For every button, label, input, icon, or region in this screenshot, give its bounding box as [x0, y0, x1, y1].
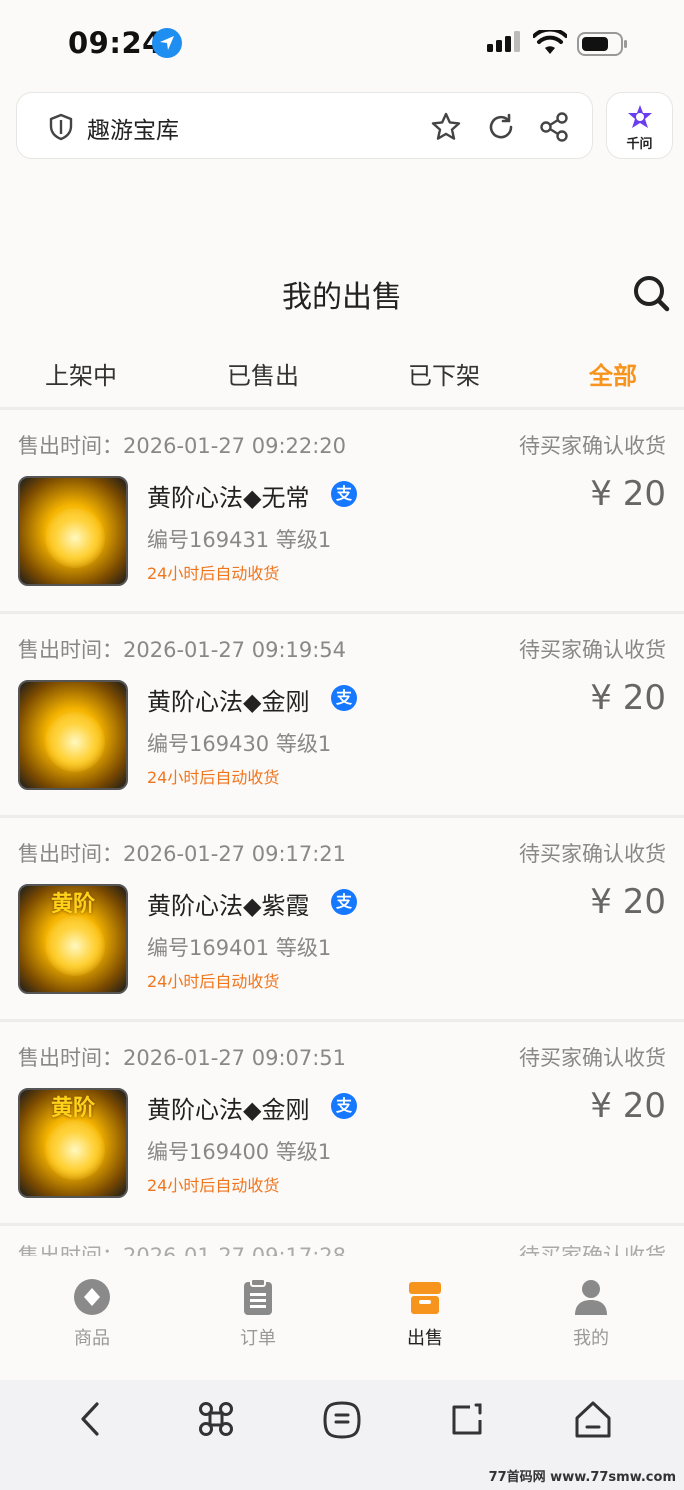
command-icon[interactable]: [197, 1400, 235, 1438]
order-card[interactable]: 售出时间：2026-01-27 09:22:20 待买家确认收货 黄阶心法◆无常…: [0, 410, 684, 614]
item-meta: 编号169430 等级1: [147, 732, 332, 756]
auto-receive-note: 24小时后自动收货: [147, 768, 280, 787]
address-bar[interactable]: 趣游宝库: [16, 92, 593, 159]
alipay-icon: 支: [331, 889, 357, 915]
order-status: 待买家确认收货: [519, 1244, 666, 1256]
auto-receive-note: 24小时后自动收货: [147, 1176, 280, 1195]
ai-star-icon: [628, 105, 652, 128]
auto-receive-note: 24小时后自动收货: [147, 564, 280, 583]
site-title: 趣游宝库: [87, 118, 179, 144]
item-name: 黄阶心法◆无常: [147, 484, 310, 512]
tabs-icon[interactable]: [450, 1400, 486, 1438]
browser-toolbar: 77首码网 www.77smw.com: [0, 1380, 684, 1490]
auto-receive-note: 24小时后自动收货: [147, 972, 280, 991]
item-name: 黄阶心法◆紫霞: [147, 892, 310, 920]
sold-time: 售出时间：2026-01-27 09:07:51: [18, 1046, 347, 1070]
item-name: 黄阶心法◆金刚: [147, 688, 310, 716]
page-title: 我的出售: [282, 280, 402, 315]
wifi-icon: [533, 30, 567, 54]
shield-icon: [49, 113, 73, 141]
item-thumbnail: 黄阶: [18, 884, 128, 994]
alipay-icon: 支: [331, 685, 357, 711]
location-arrow-icon: [152, 28, 182, 58]
item-meta: 编号169400 等级1: [147, 1140, 332, 1164]
nav-goods[interactable]: 商品: [32, 1278, 152, 1350]
nav-orders[interactable]: 订单: [198, 1278, 318, 1350]
item-thumbnail: [18, 680, 128, 790]
box-icon: [409, 1282, 441, 1314]
ai-assistant-button[interactable]: 千问: [606, 92, 673, 159]
item-price: ¥ 20: [590, 474, 666, 514]
search-icon[interactable]: [632, 274, 670, 312]
ai-assistant-label: 千问: [626, 137, 653, 152]
tab-listed[interactable]: 上架中: [45, 356, 117, 391]
tab-delisted[interactable]: 已下架: [408, 356, 480, 391]
nav-label: 商品: [74, 1328, 110, 1349]
app-bottom-nav: 商品 订单 出售 我的: [0, 1256, 684, 1380]
alipay-icon: 支: [331, 1093, 357, 1119]
item-price: ¥ 20: [590, 1086, 666, 1126]
status-bar: 09:24: [0, 0, 684, 88]
battery-icon: [577, 32, 627, 56]
sold-time: 售出时间：2026-01-27 09:22:20: [18, 434, 347, 458]
item-meta: 编号169401 等级1: [147, 936, 332, 960]
order-card-partial[interactable]: 售出时间：2026-01-27 09:17:28 待买家确认收货: [0, 1226, 684, 1256]
item-price: ¥ 20: [590, 882, 666, 922]
status-time: 09:24: [68, 26, 163, 60]
nav-label: 出售: [407, 1328, 443, 1349]
item-thumbnail: 黄阶: [18, 1088, 128, 1198]
tab-sold[interactable]: 已售出: [227, 356, 299, 391]
share-icon[interactable]: [539, 112, 569, 142]
item-thumbnail: [18, 476, 128, 586]
home-icon[interactable]: [574, 1400, 612, 1440]
order-status: 待买家确认收货: [519, 1046, 666, 1070]
nav-label: 我的: [573, 1328, 609, 1349]
reload-icon[interactable]: [486, 112, 516, 142]
order-card[interactable]: 售出时间：2026-01-27 09:19:54 待买家确认收货 黄阶心法◆金刚…: [0, 614, 684, 818]
item-meta: 编号169431 等级1: [147, 528, 332, 552]
goods-icon: [74, 1279, 110, 1315]
nav-sell[interactable]: 出售: [365, 1278, 485, 1350]
tab-all[interactable]: 全部: [589, 356, 637, 391]
alipay-icon: 支: [331, 481, 357, 507]
cellular-signal-icon: [487, 31, 520, 52]
order-status: 待买家确认收货: [519, 434, 666, 458]
item-price: ¥ 20: [590, 678, 666, 718]
nav-label: 订单: [240, 1328, 276, 1349]
order-card[interactable]: 售出时间：2026-01-27 09:17:21 待买家确认收货 黄阶 黄阶心法…: [0, 818, 684, 1022]
sold-time: 售出时间：2026-01-27 09:19:54: [18, 638, 347, 662]
star-icon[interactable]: [430, 111, 462, 143]
sold-time: 售出时间：2026-01-27 09:17:21: [18, 842, 347, 866]
item-name: 黄阶心法◆金刚: [147, 1096, 310, 1124]
person-icon: [575, 1280, 607, 1315]
menu-icon[interactable]: [322, 1400, 362, 1440]
order-status: 待买家确认收货: [519, 638, 666, 662]
nav-mine[interactable]: 我的: [531, 1278, 651, 1350]
order-card[interactable]: 售出时间：2026-01-27 09:07:51 待买家确认收货 黄阶 黄阶心法…: [0, 1022, 684, 1226]
clipboard-icon: [244, 1278, 272, 1315]
sold-time: 售出时间：2026-01-27 09:17:28: [18, 1244, 347, 1256]
order-status: 待买家确认收货: [519, 842, 666, 866]
back-arrow-icon[interactable]: [76, 1400, 106, 1438]
watermark: 77首码网 www.77smw.com: [488, 1470, 676, 1485]
